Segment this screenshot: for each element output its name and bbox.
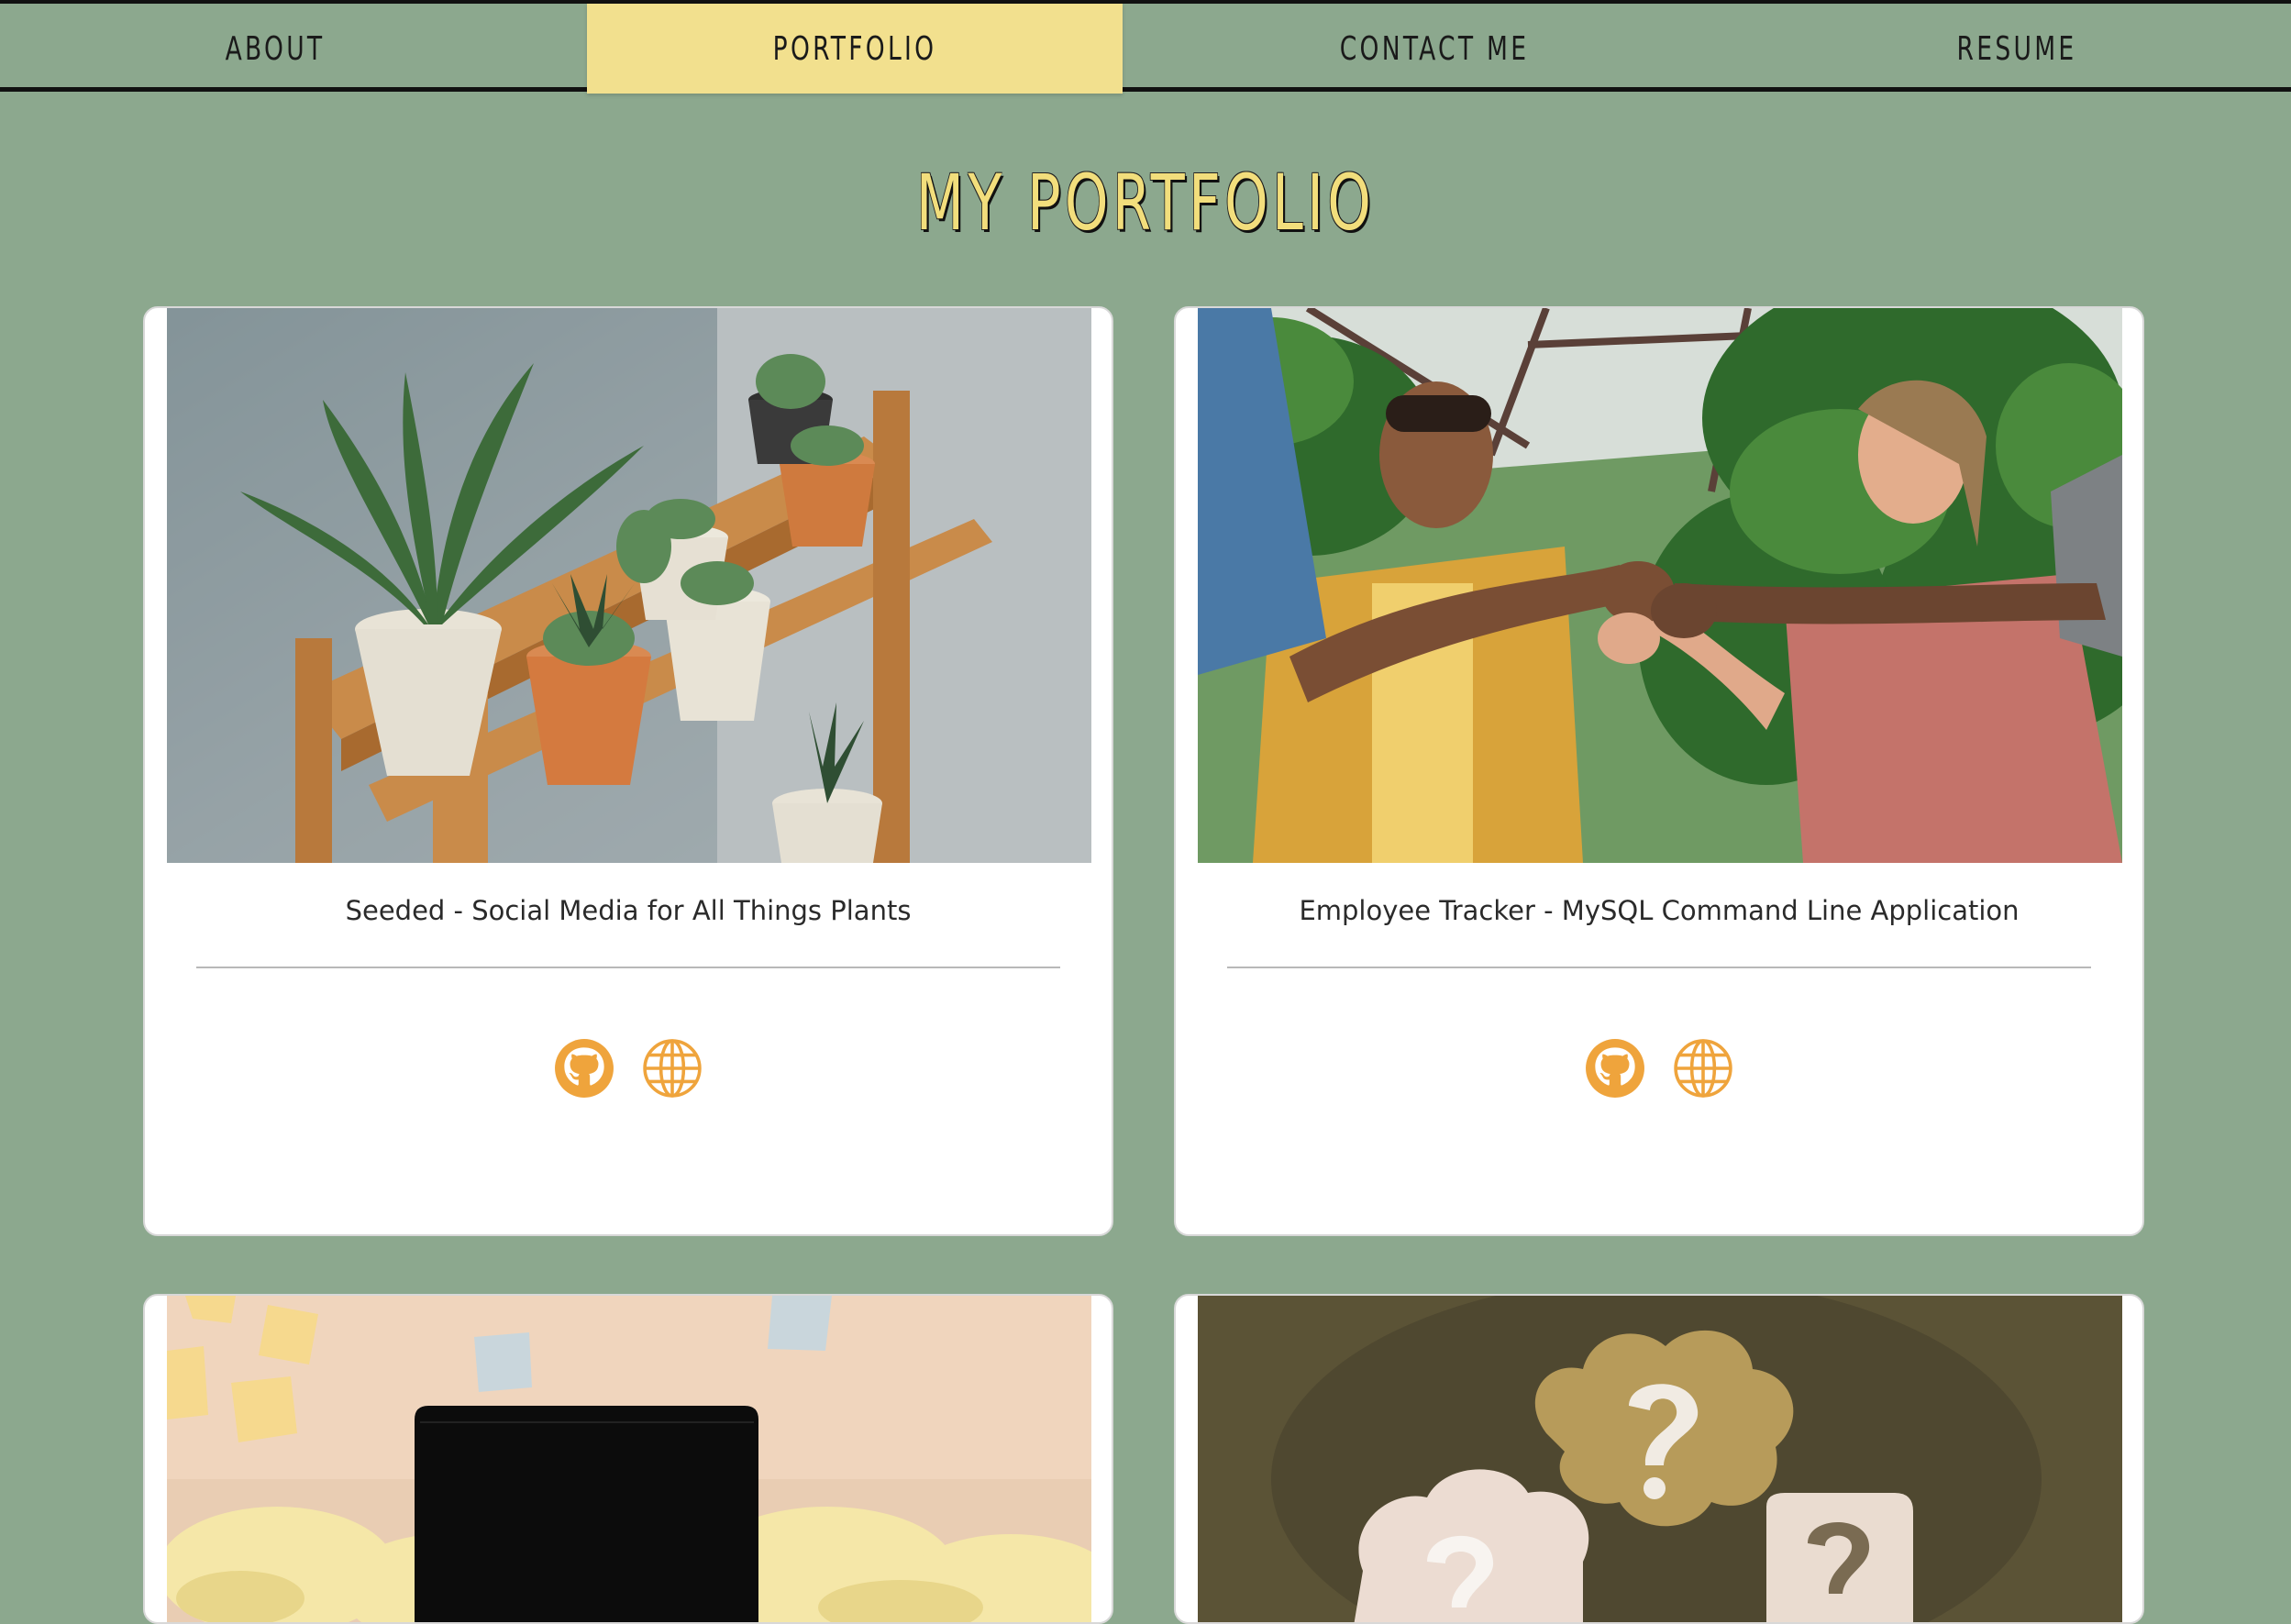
card-divider (196, 967, 1060, 968)
top-navigation: ABOUT PORTFOLIO CONTACT ME RESUME (0, 0, 2291, 94)
project-card-4 (1174, 1294, 2144, 1624)
project-card-employee-tracker: Employee Tracker - MySQL Command Line Ap… (1174, 306, 2144, 1236)
project-title: Employee Tracker - MySQL Command Line Ap… (1299, 895, 2020, 926)
github-icon[interactable] (1585, 1038, 1645, 1099)
globe-icon[interactable] (1673, 1038, 1733, 1099)
project-card-seeded: Seeded - Social Media for All Things Pla… (143, 306, 1113, 1236)
card-divider (1227, 967, 2091, 968)
nav-item-contact-me[interactable]: CONTACT ME (1209, 4, 1660, 94)
project-image-plants (167, 308, 1091, 863)
nav-item-about[interactable]: ABOUT (50, 4, 501, 94)
project-links (1176, 1038, 2142, 1099)
project-image-laptop (167, 1296, 1091, 1622)
project-image-question-marks (1198, 1296, 2122, 1622)
globe-icon[interactable] (642, 1038, 703, 1099)
github-icon[interactable] (554, 1038, 614, 1099)
nav-item-resume[interactable]: RESUME (1792, 4, 2241, 94)
project-title: Seeded - Social Media for All Things Pla… (345, 895, 912, 926)
nav-item-portfolio[interactable]: PORTFOLIO (636, 4, 1075, 94)
project-image-fist-bump (1198, 308, 2122, 863)
page-title: MY PORTFOLIO (915, 158, 1376, 248)
project-links (145, 1038, 1112, 1099)
project-card-3 (143, 1294, 1113, 1624)
